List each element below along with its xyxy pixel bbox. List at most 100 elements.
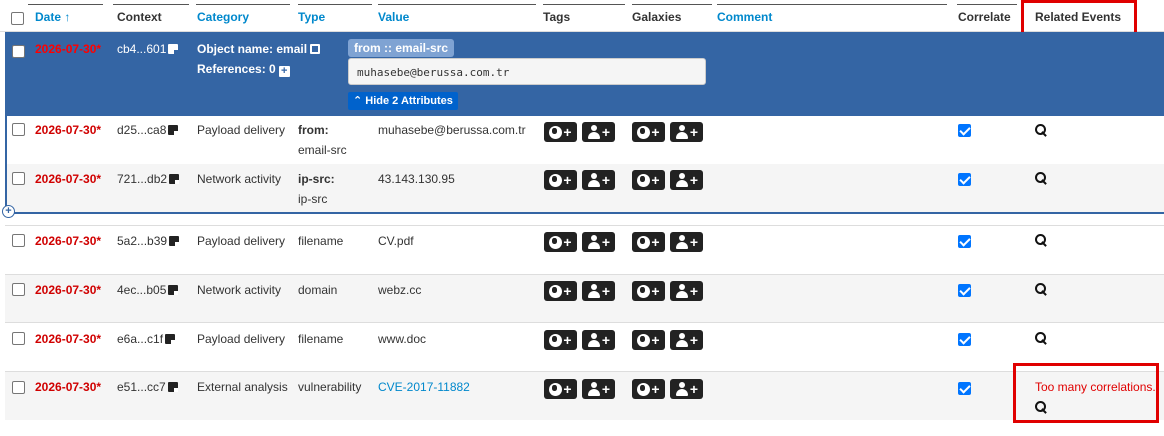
- search-icon[interactable]: [1035, 234, 1047, 246]
- add-local-tag-button[interactable]: +: [582, 170, 615, 190]
- add-global-tag-button[interactable]: +: [544, 330, 577, 350]
- note-icon[interactable]: [165, 334, 176, 344]
- add-global-galaxy-button[interactable]: +: [632, 379, 665, 399]
- add-global-tag-button[interactable]: +: [544, 379, 577, 399]
- add-local-tag-button[interactable]: +: [582, 379, 615, 399]
- correlate-checkbox[interactable]: [958, 173, 971, 186]
- row-checkbox[interactable]: [12, 172, 25, 185]
- header-date[interactable]: Date ↑: [35, 10, 70, 24]
- globe-icon: [637, 173, 651, 187]
- search-icon[interactable]: [1035, 283, 1047, 295]
- row-context[interactable]: 5a2...b39: [117, 234, 180, 248]
- hide-attributes-label: Hide 2 Attributes: [365, 95, 453, 107]
- plus-icon: +: [601, 234, 611, 250]
- header-category[interactable]: Category: [197, 10, 249, 24]
- row-value: www.doc: [378, 332, 427, 346]
- add-local-galaxy-button[interactable]: +: [670, 122, 703, 142]
- add-global-galaxy-button[interactable]: +: [632, 232, 665, 252]
- correlate-checkbox[interactable]: [958, 382, 971, 395]
- row-checkbox[interactable]: [12, 283, 25, 296]
- object-checkbox[interactable]: [12, 45, 25, 58]
- add-reference-icon[interactable]: +: [278, 66, 290, 77]
- add-local-galaxy-button[interactable]: +: [670, 379, 703, 399]
- correlate-checkbox[interactable]: [958, 284, 971, 297]
- search-icon[interactable]: [1035, 172, 1047, 184]
- add-global-tag-button[interactable]: +: [544, 122, 577, 142]
- add-global-galaxy-button[interactable]: +: [632, 122, 665, 142]
- object-name: Object name: email: [197, 42, 321, 56]
- user-icon: [675, 382, 689, 396]
- row-type-sub: ip-src: [298, 192, 328, 206]
- header-comment[interactable]: Comment: [717, 10, 772, 24]
- note-icon[interactable]: [168, 44, 179, 54]
- row-checkbox[interactable]: [12, 332, 25, 345]
- correlate-checkbox[interactable]: [958, 235, 971, 248]
- add-local-tag-button[interactable]: +: [582, 330, 615, 350]
- row-type: filename: [298, 234, 344, 248]
- plus-icon: +: [689, 234, 699, 250]
- row-type: vulnerability: [298, 380, 362, 394]
- plus-icon: +: [689, 332, 699, 348]
- object-references: References: 0 +: [197, 62, 290, 77]
- add-local-tag-button[interactable]: +: [582, 281, 615, 301]
- row-checkbox[interactable]: [12, 381, 25, 394]
- user-icon: [675, 173, 689, 187]
- row-checkbox[interactable]: [12, 234, 25, 247]
- globe-icon: [549, 333, 563, 347]
- add-local-galaxy-button[interactable]: +: [670, 232, 703, 252]
- add-global-tag-button[interactable]: +: [544, 281, 577, 301]
- row-category: Payload delivery: [197, 234, 286, 248]
- plus-icon: +: [689, 283, 699, 299]
- row-context[interactable]: 721...db2: [117, 172, 180, 186]
- row-context[interactable]: e6a...c1f: [117, 332, 176, 346]
- add-local-galaxy-button[interactable]: +: [670, 330, 703, 350]
- row-context[interactable]: d25...ca8: [117, 123, 179, 137]
- row-checkbox[interactable]: [12, 123, 25, 136]
- table-header: Date ↑ Context Category Type Value Tags …: [0, 0, 1164, 32]
- plus-icon: +: [689, 124, 699, 140]
- note-icon[interactable]: [168, 125, 179, 135]
- add-global-galaxy-button[interactable]: +: [632, 170, 665, 190]
- row-context[interactable]: 4ec...b05: [117, 283, 179, 297]
- globe-icon: [549, 382, 563, 396]
- search-icon[interactable]: [1035, 124, 1047, 136]
- add-global-tag-button[interactable]: +: [544, 232, 577, 252]
- note-icon[interactable]: [169, 174, 180, 184]
- row-value: 43.143.130.95: [378, 172, 455, 186]
- search-icon[interactable]: [1035, 332, 1047, 344]
- add-local-galaxy-button[interactable]: +: [670, 281, 703, 301]
- row-context[interactable]: e51...cc7: [117, 380, 178, 394]
- object-name-label: Object name: email: [197, 42, 308, 56]
- row-context-id: 5a2...b39: [117, 234, 168, 248]
- header-divider: [957, 4, 1017, 5]
- correlate-checkbox[interactable]: [958, 124, 971, 137]
- plus-icon: +: [601, 381, 611, 397]
- add-global-galaxy-button[interactable]: +: [632, 281, 665, 301]
- add-local-tag-button[interactable]: +: [582, 232, 615, 252]
- globe-icon: [637, 382, 651, 396]
- plus-icon: +: [651, 234, 660, 250]
- header-type[interactable]: Type: [298, 10, 325, 24]
- add-local-galaxy-button[interactable]: +: [670, 170, 703, 190]
- header-value[interactable]: Value: [378, 10, 409, 24]
- row-value-link[interactable]: CVE-2017-11882: [378, 380, 470, 394]
- header-galaxies: Galaxies: [632, 10, 682, 24]
- object-context[interactable]: cb4...601: [117, 42, 179, 56]
- header-context: Context: [117, 10, 162, 24]
- object-attribute-tag: from :: email-src: [348, 39, 455, 57]
- add-global-galaxy-button[interactable]: +: [632, 330, 665, 350]
- row-context-id: 721...db2: [117, 172, 168, 186]
- note-icon[interactable]: [169, 236, 180, 246]
- add-local-tag-button[interactable]: +: [582, 122, 615, 142]
- correlate-checkbox[interactable]: [958, 333, 971, 346]
- add-global-tag-button[interactable]: +: [544, 170, 577, 190]
- note-icon[interactable]: [168, 285, 179, 295]
- expand-icon[interactable]: [310, 44, 321, 54]
- row-date: 2026-07-30*: [35, 172, 102, 186]
- header-tags: Tags: [543, 10, 571, 24]
- note-icon[interactable]: [167, 382, 178, 392]
- hide-attributes-button[interactable]: ⌃ Hide 2 Attributes: [348, 92, 458, 110]
- collapse-object-icon[interactable]: +: [2, 205, 15, 218]
- row-category: Payload delivery: [197, 332, 286, 346]
- select-all-checkbox[interactable]: [11, 12, 24, 25]
